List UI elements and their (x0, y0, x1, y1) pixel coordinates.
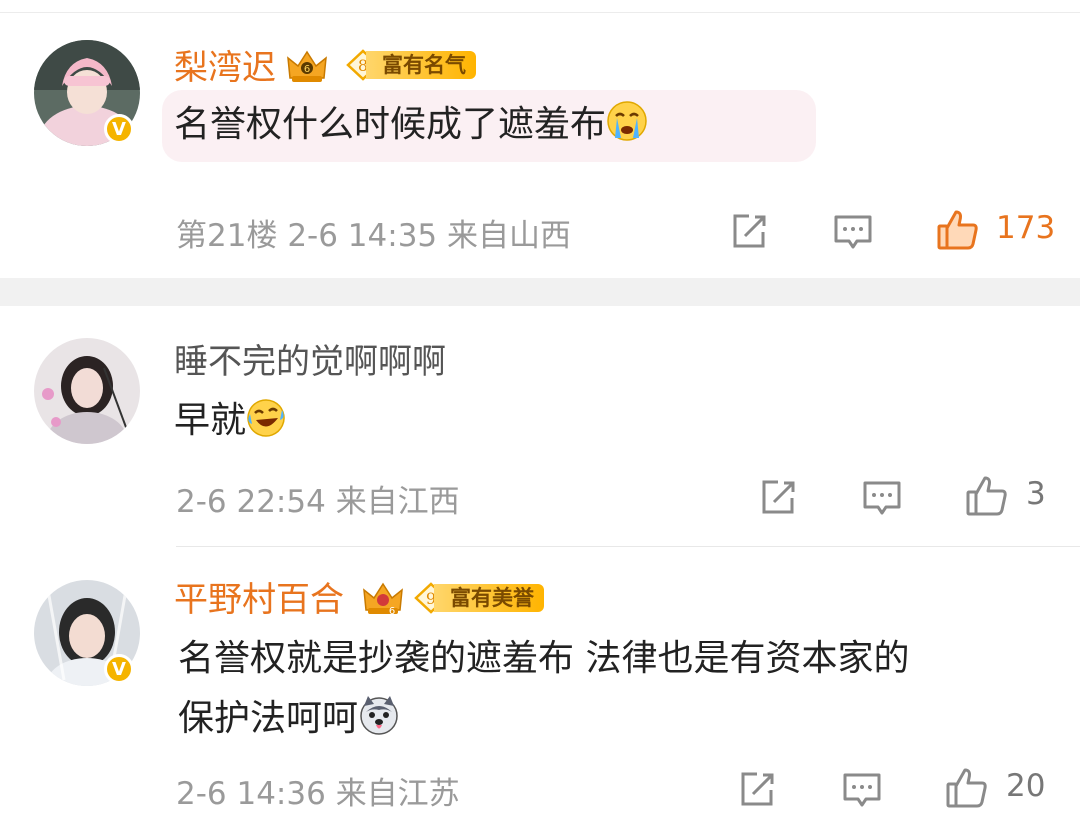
svg-text:6: 6 (389, 606, 395, 616)
like-icon[interactable] (936, 208, 980, 252)
floor-number: 第21楼 (176, 218, 278, 254)
level-badge: 9 富有美誉 (414, 582, 544, 614)
username[interactable]: 平野村百合 (174, 580, 344, 620)
username[interactable]: 睡不完的觉啊啊啊 (174, 342, 446, 382)
comment-text-content: 名誉权什么时候成了遮羞布 (174, 104, 607, 145)
crown-icon: 6 (287, 50, 327, 82)
share-icon[interactable] (737, 770, 777, 810)
share-icon[interactable] (729, 212, 769, 252)
laugh-cry-emoji (247, 399, 285, 437)
comment-text-line-1: 名誉权就是抄袭的遮羞布 法律也是有资本家的 (178, 638, 910, 679)
comment-text: 名誉权什么时候成了遮羞布 (174, 96, 648, 154)
like-icon[interactable] (965, 474, 1009, 518)
username[interactable]: 梨湾迟 (174, 48, 276, 88)
like-icon[interactable] (945, 766, 989, 810)
avatar[interactable]: V (34, 580, 140, 686)
section-separator (0, 278, 1080, 306)
crown-icon: 6 (363, 582, 403, 616)
honor-badge: 富有名气 (366, 51, 476, 79)
crying-emoji (607, 101, 647, 141)
comment-text-content: 保护法呵呵 (178, 698, 359, 739)
avatar[interactable]: V (34, 40, 140, 146)
comment-time: 2-6 22:54 (176, 484, 326, 520)
top-divider (0, 12, 1080, 13)
comment-location: 来自江苏 (335, 776, 460, 812)
reply-icon[interactable] (833, 212, 873, 252)
svg-text:6: 6 (304, 64, 310, 75)
comment-location: 来自江西 (335, 484, 460, 520)
reply-icon[interactable] (862, 478, 902, 518)
honor-badge: 富有美誉 (434, 584, 544, 612)
comment-time: 2-6 14:36 (176, 776, 326, 812)
like-count: 3 (1026, 476, 1046, 512)
comment-meta: 第21楼 2-6 14:35 来自山西 (176, 210, 571, 255)
avatar[interactable] (34, 338, 140, 444)
like-count: 20 (1006, 768, 1046, 804)
comment-text: 早就 (174, 392, 286, 450)
verified-v-icon: V (104, 114, 134, 144)
comment-location: 来自山西 (447, 218, 571, 254)
share-icon[interactable] (758, 478, 798, 518)
comment-meta: 2-6 14:36 来自江苏 (176, 768, 460, 813)
level-badge: 8 富有名气 (346, 49, 476, 81)
comment-text-content: 早就 (174, 400, 247, 441)
reply-icon[interactable] (842, 770, 882, 810)
like-count: 173 (996, 210, 1056, 246)
comment-text-line-2: 保护法呵呵 (178, 690, 400, 748)
comment-time: 2-6 14:35 (287, 218, 438, 254)
verified-v-icon: V (104, 654, 134, 684)
husky-emoji (360, 696, 398, 735)
comment-meta: 2-6 22:54 来自江西 (176, 476, 460, 521)
divider (176, 546, 1080, 547)
